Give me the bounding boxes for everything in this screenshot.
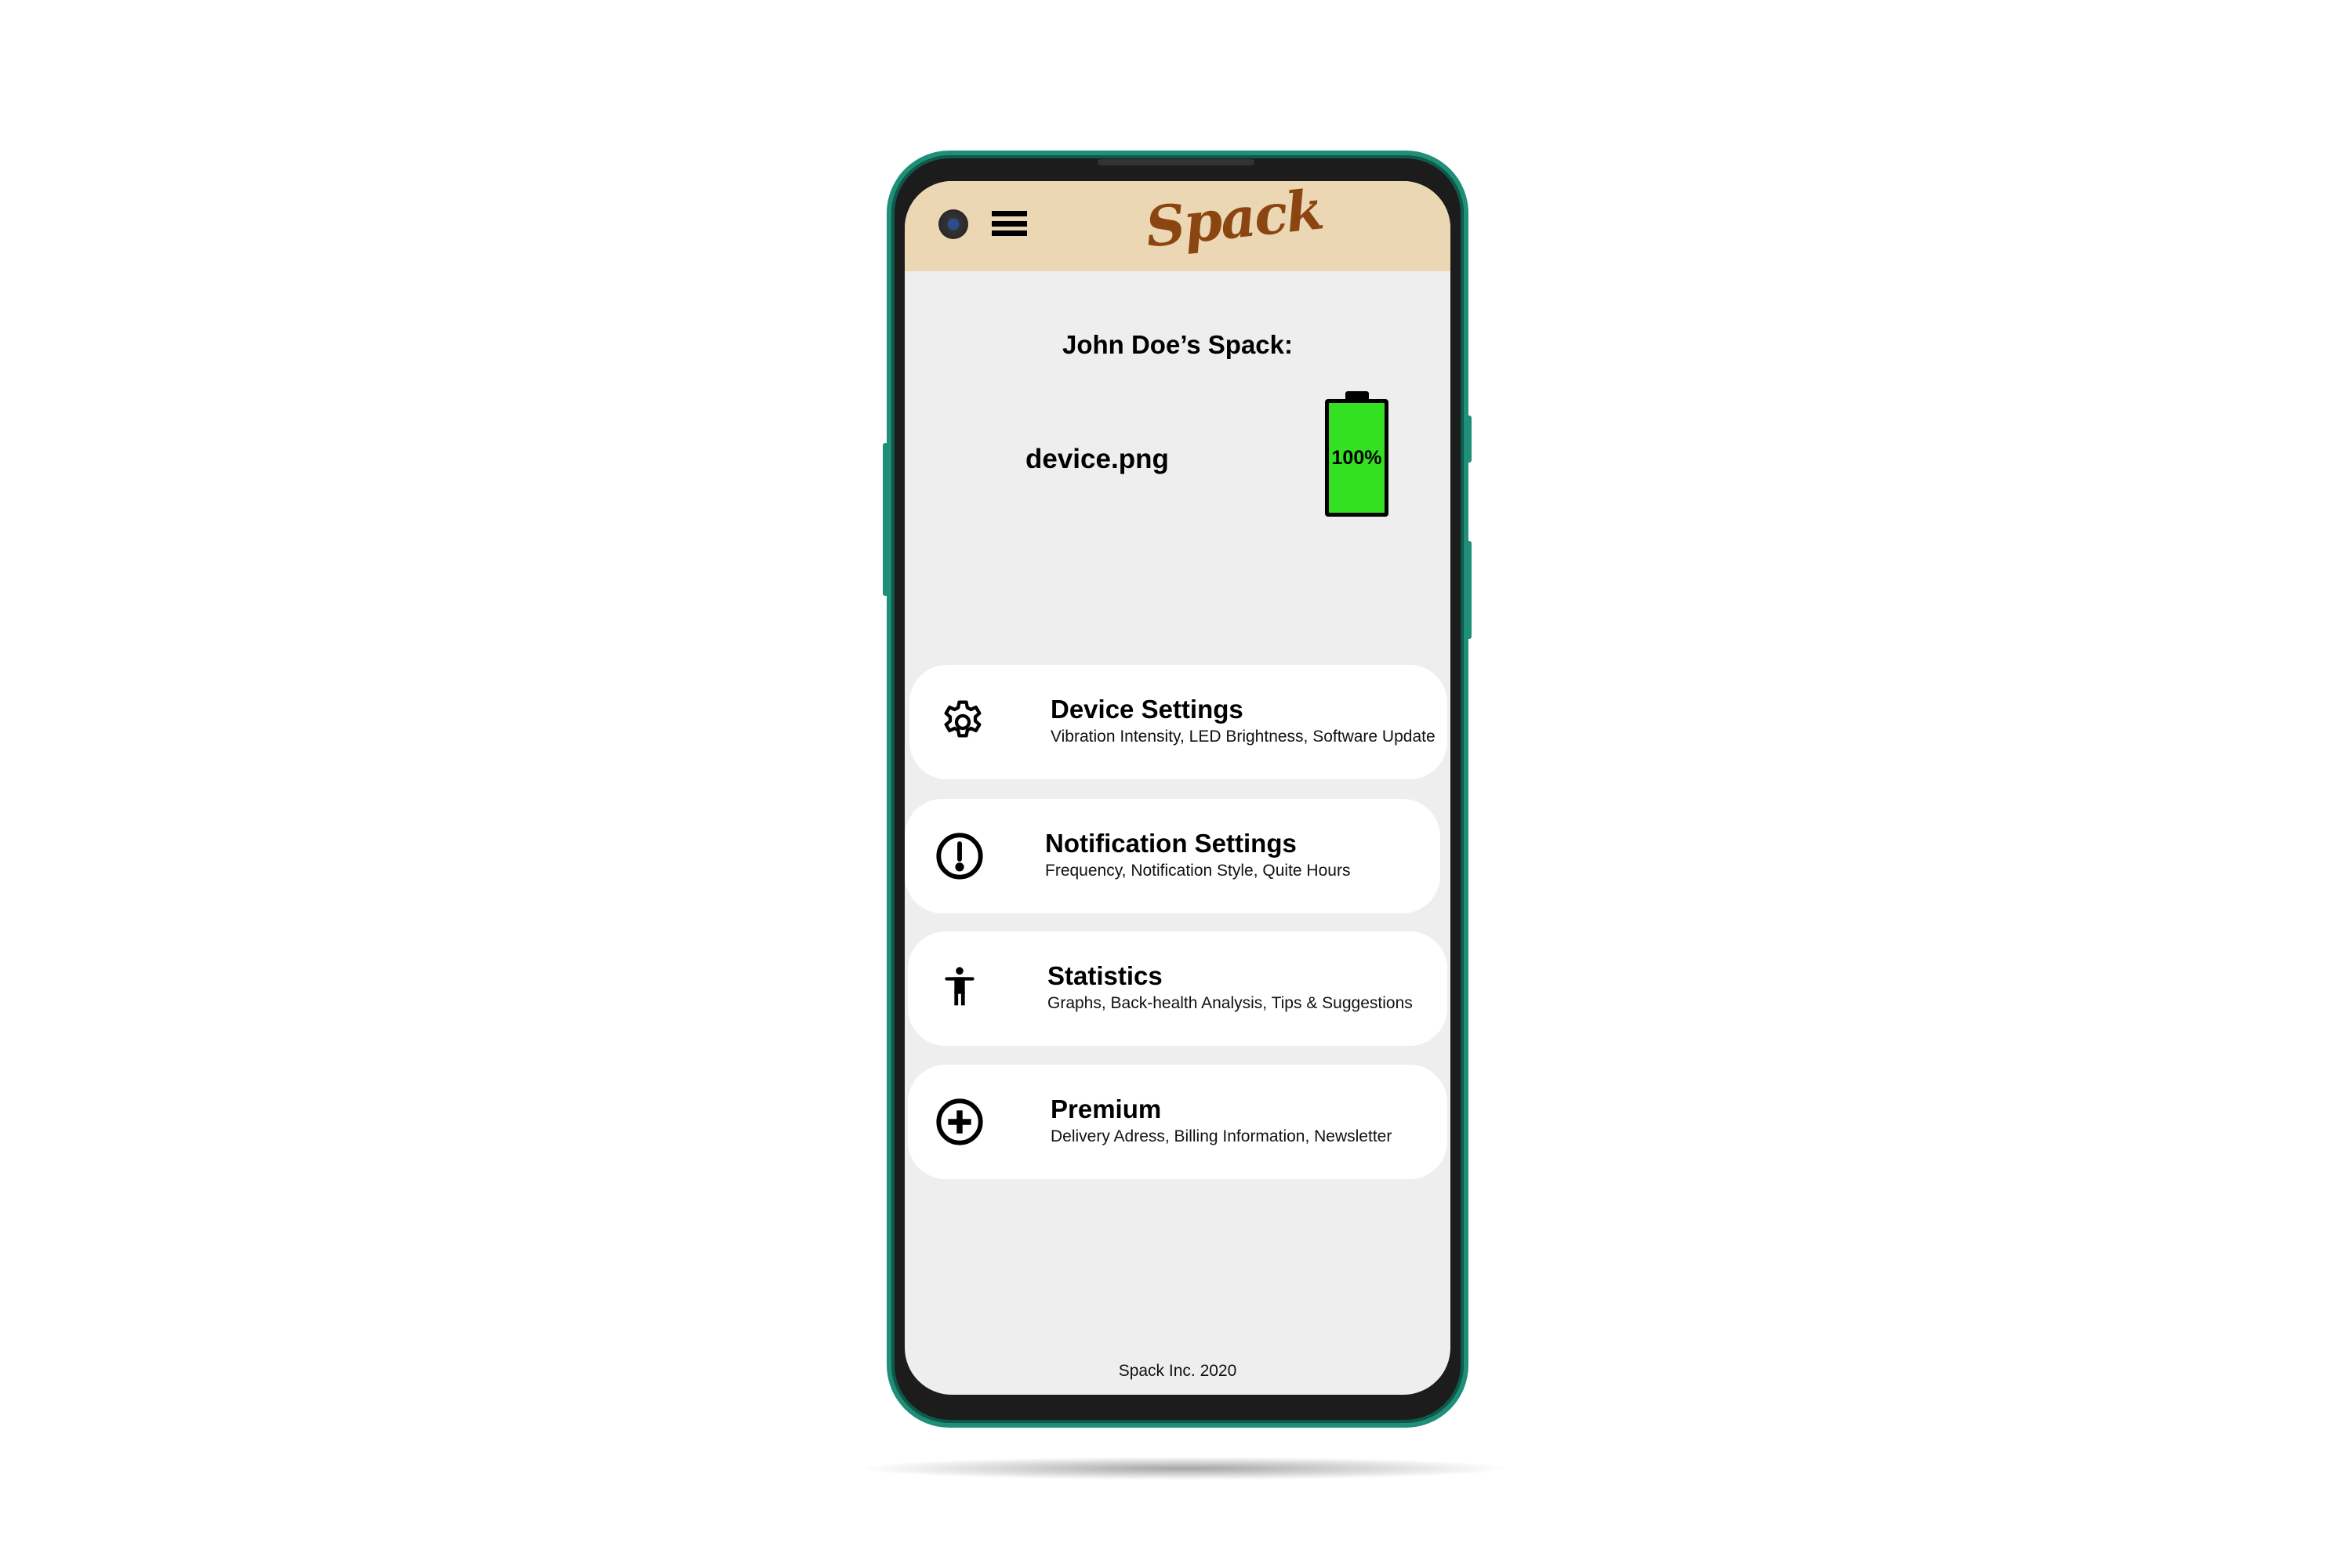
plus-circle-icon [936,1098,983,1145]
speaker-grille [1098,159,1254,165]
menu-premium[interactable]: Premium Delivery Adress, Billing Informa… [908,1065,1447,1179]
battery-percent: 100% [1331,446,1382,469]
menu-title: Statistics [1047,961,1163,990]
app-header: Spack [905,181,1450,271]
battery-indicator: 100% [1325,399,1388,517]
phone-shadow [855,1457,1513,1480]
front-camera [938,209,968,239]
menu-subtitle: Vibration Intensity, LED Brightness, Sof… [1051,728,1436,746]
alert-circle-icon [936,833,983,880]
volume-button [883,443,888,596]
menu-title: Notification Settings [1045,829,1297,858]
device-image-placeholder: device.png [1025,444,1169,474]
menu-statistics[interactable]: Statistics Graphs, Back-health Analysis,… [908,931,1447,1046]
menu-subtitle: Frequency, Notification Style, Quite Hou… [1045,862,1351,880]
menu-subtitle: Delivery Adress, Billing Information, Ne… [1051,1127,1392,1145]
side-button [1466,416,1472,463]
menu-subtitle: Graphs, Back-health Analysis, Tips & Sug… [1047,994,1413,1012]
device-owner-title: John Doe’s Spack: [1062,330,1294,359]
menu-title: Premium [1051,1094,1162,1123]
person-icon [945,967,975,1006]
gear-icon [944,700,982,738]
app-screen: Spack John Doe’s Spack: device.png 100% … [905,181,1450,1395]
menu-title: Device Settings [1051,695,1243,724]
menu-icon[interactable] [992,211,1027,236]
menu-notification-settings[interactable]: Notification Settings Frequency, Notific… [905,799,1440,913]
app-logo: Spack [1142,181,1326,260]
power-button [1466,541,1472,639]
menu-device-settings[interactable]: Device Settings Vibration Intensity, LED… [909,665,1447,779]
footer-copyright: Spack Inc. 2020 [1118,1362,1237,1380]
